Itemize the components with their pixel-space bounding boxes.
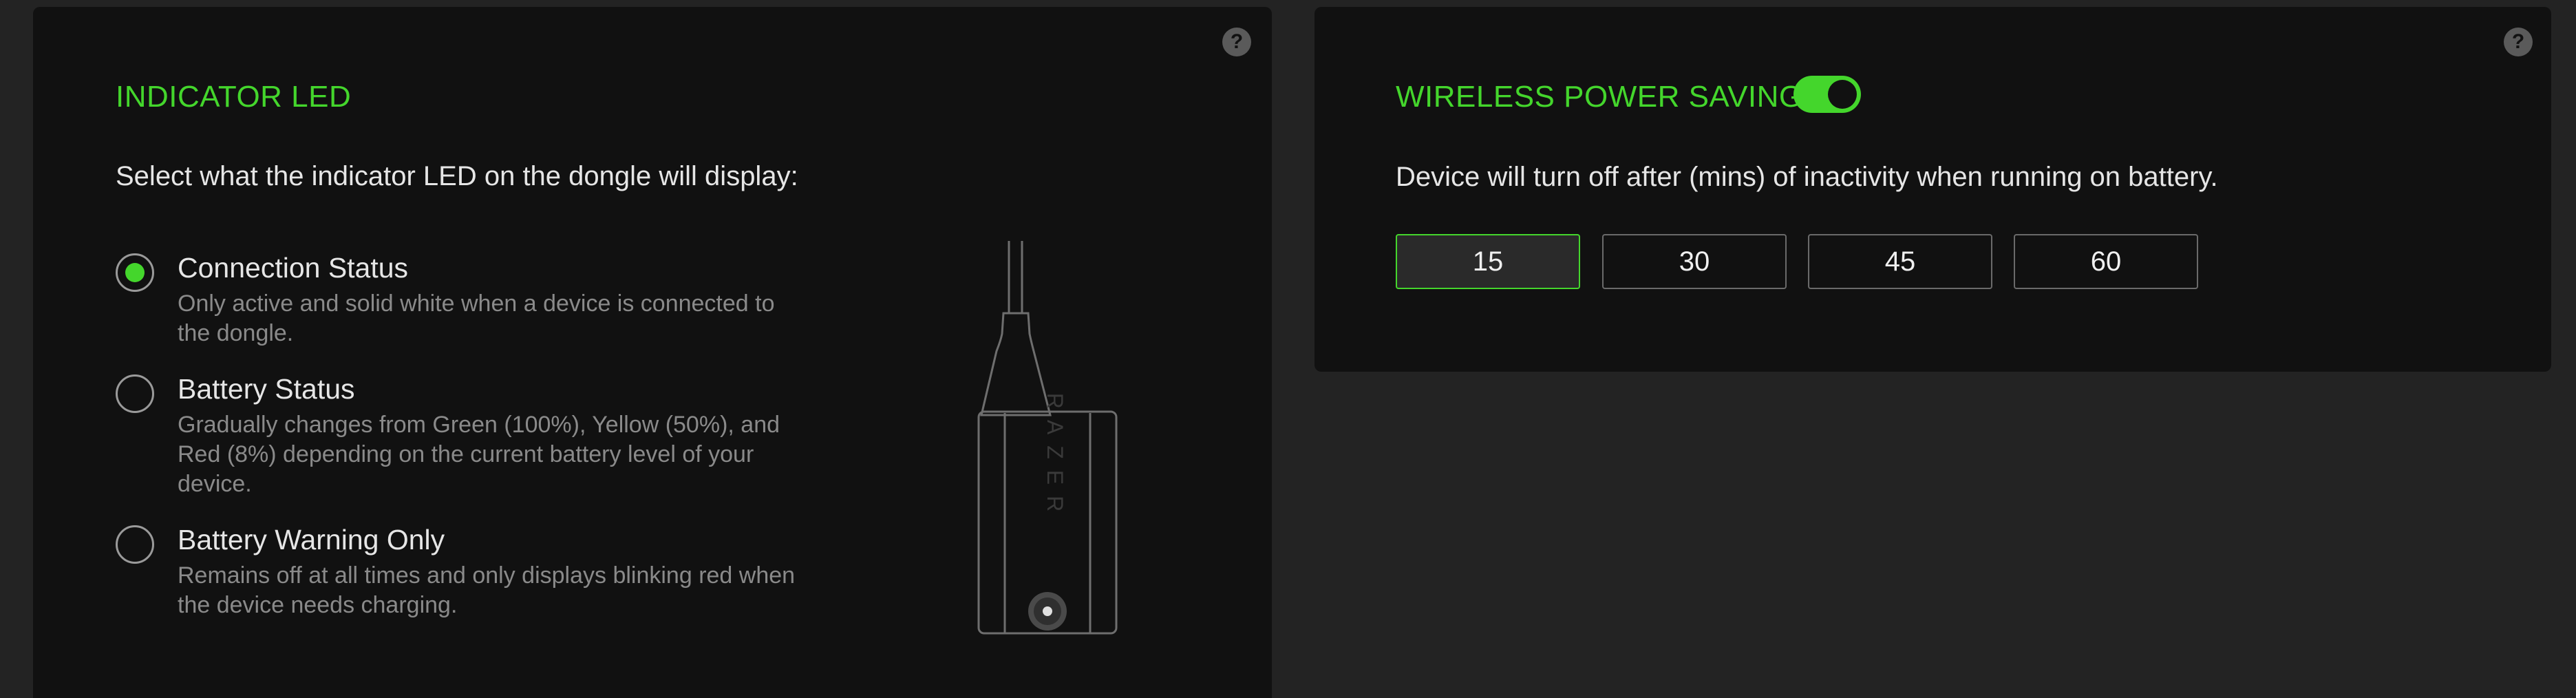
dongle-illustration-icon: RAZER (977, 241, 1118, 635)
radio-label: Battery Warning Only (178, 524, 445, 556)
dongle-brand-label: RAZER (1043, 393, 1067, 522)
radio-help-text: Only active and solid white when a devic… (178, 290, 775, 346)
indicator-led-panel: ? INDICATOR LED Select what the indicato… (33, 7, 1272, 698)
timeout-option-30[interactable]: 30 (1602, 234, 1787, 289)
wireless-power-saving-panel: ? WIRELESS POWER SAVING Device will turn… (1314, 7, 2551, 372)
radio-button[interactable] (116, 253, 154, 292)
timeout-option-60[interactable]: 60 (2014, 234, 2198, 289)
radio-help-text: Gradually changes from Green (100%), Yel… (178, 412, 780, 497)
timeout-option-45[interactable]: 45 (1808, 234, 1992, 289)
power-saving-description: Device will turn off after (mins) of ina… (1396, 162, 2218, 192)
radio-label: Battery Status (178, 373, 355, 405)
radio-label: Connection Status (178, 252, 409, 284)
indicator-led-description: Select what the indicator LED on the don… (116, 161, 798, 191)
indicator-led-title: INDICATOR LED (116, 80, 352, 114)
wireless-power-saving-title: WIRELESS POWER SAVING (1396, 80, 1803, 114)
timeout-option-15[interactable]: 15 (1396, 234, 1580, 289)
help-icon[interactable]: ? (2504, 28, 2533, 56)
radio-button[interactable] (116, 374, 154, 413)
help-icon[interactable]: ? (1222, 28, 1251, 56)
power-saving-toggle[interactable] (1793, 76, 1861, 113)
radio-help-text: Remains off at all times and only displa… (178, 562, 796, 618)
radio-button[interactable] (116, 525, 154, 564)
